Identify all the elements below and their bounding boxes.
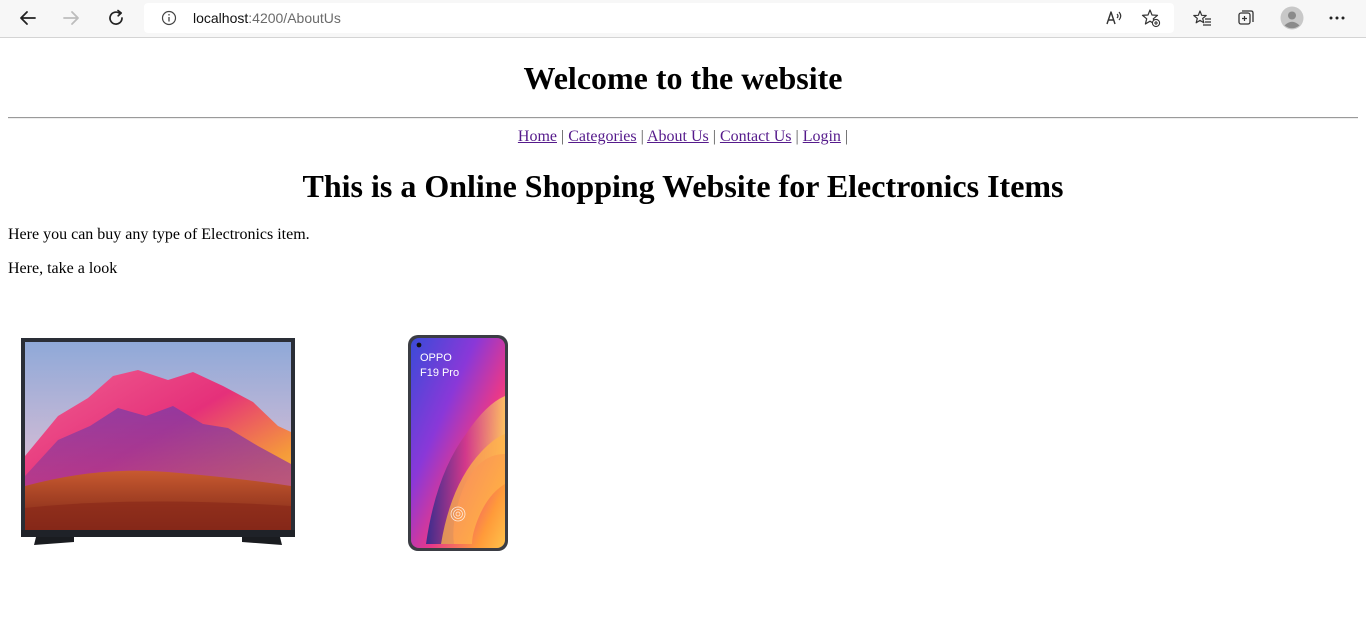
forward-arrow-icon bbox=[63, 11, 79, 25]
info-icon[interactable] bbox=[161, 10, 177, 26]
nav-link-home[interactable]: Home bbox=[518, 128, 557, 145]
tv-image bbox=[18, 336, 298, 555]
phone-model-text: F19 bbox=[420, 367, 439, 379]
phone-model-suffix: Pro bbox=[442, 367, 459, 379]
nav-separator: | bbox=[844, 128, 849, 145]
nav-separator: | bbox=[712, 128, 716, 145]
url-text[interactable]: localhost:4200/AboutUs bbox=[193, 10, 341, 26]
read-aloud-icon bbox=[1106, 11, 1122, 25]
page-heading: This is a Online Shopping Website for El… bbox=[302, 168, 1064, 204]
collections-button[interactable] bbox=[1230, 3, 1262, 33]
back-arrow-icon bbox=[20, 11, 36, 25]
nav-separator: | bbox=[795, 128, 799, 145]
nav-separator: | bbox=[640, 128, 644, 145]
nav-separator: | bbox=[561, 128, 565, 145]
more-menu-button[interactable] bbox=[1321, 3, 1353, 33]
site-title: Welcome to the website bbox=[523, 60, 843, 96]
nav-link-login[interactable]: Login bbox=[803, 128, 841, 145]
collections-icon bbox=[1238, 10, 1254, 25]
reload-icon bbox=[109, 9, 123, 25]
intro-paragraph: Here you can buy any type of Electronics… bbox=[8, 226, 310, 243]
nav-link-about-us[interactable]: About Us bbox=[647, 128, 709, 145]
add-favorite-button[interactable] bbox=[1140, 8, 1162, 28]
phone-image: OPPO F19 Pro bbox=[406, 334, 510, 557]
read-aloud-button[interactable] bbox=[1104, 8, 1126, 28]
profile-avatar-icon bbox=[1280, 6, 1304, 30]
favorites-icon bbox=[1193, 10, 1211, 26]
favorites-button[interactable] bbox=[1186, 3, 1218, 33]
reload-button[interactable] bbox=[100, 3, 132, 33]
forward-button[interactable] bbox=[55, 3, 87, 33]
nav-link-contact-us[interactable]: Contact Us bbox=[720, 128, 792, 145]
nav-link-categories[interactable]: Categories bbox=[568, 128, 636, 145]
add-favorite-icon bbox=[1141, 9, 1161, 28]
nav-bar: Home | Categories | About Us | Contact U… bbox=[0, 127, 1366, 147]
browser-toolbar: localhost:4200/AboutUs bbox=[0, 0, 1366, 38]
url-host: localhost bbox=[193, 10, 249, 26]
url-path: :4200/AboutUs bbox=[248, 10, 341, 26]
more-menu-icon bbox=[1329, 16, 1345, 20]
look-paragraph: Here, take a look bbox=[8, 260, 118, 277]
page-content: Welcome to the website Home | Categories… bbox=[0, 39, 1366, 618]
address-bar[interactable]: localhost:4200/AboutUs bbox=[144, 3, 1174, 33]
back-button[interactable] bbox=[12, 3, 44, 33]
profile-button[interactable] bbox=[1276, 3, 1308, 33]
phone-brand-text: OPPO bbox=[420, 352, 452, 364]
header-divider bbox=[8, 117, 1358, 119]
